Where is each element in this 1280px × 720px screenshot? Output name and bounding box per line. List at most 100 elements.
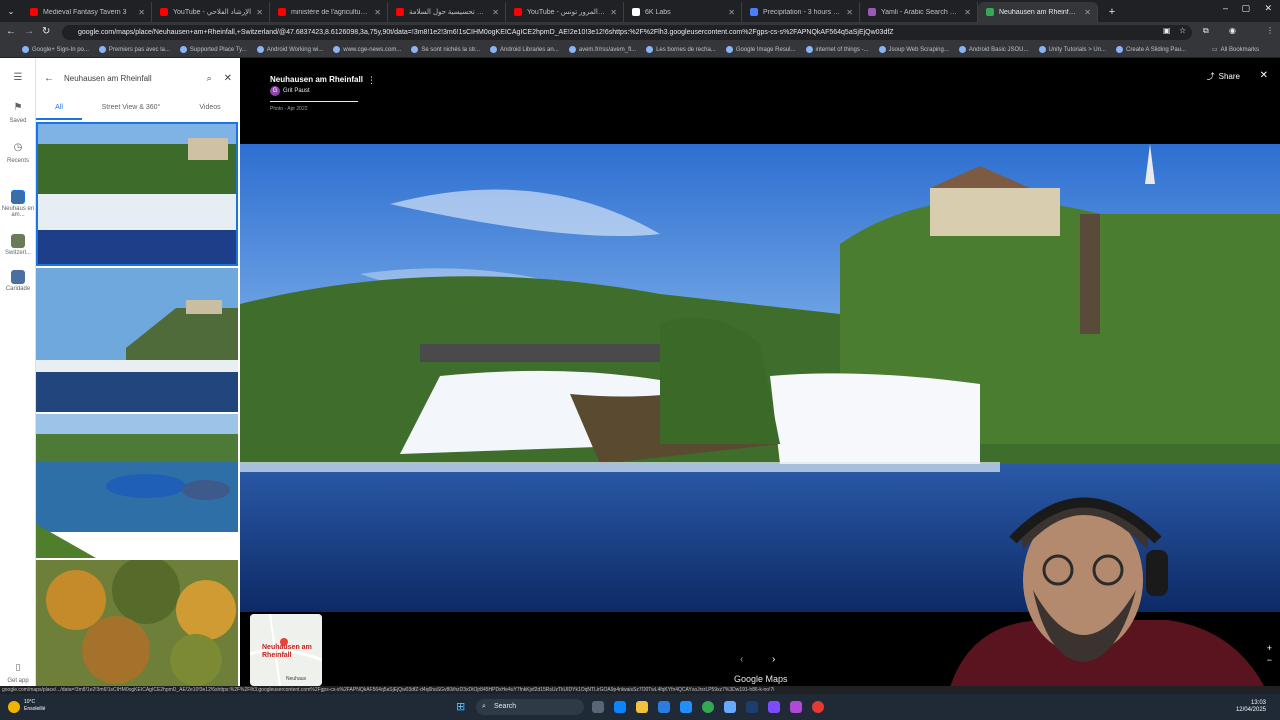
- rail-recent-place-3[interactable]: Caridade: [0, 270, 36, 292]
- extensions-icon[interactable]: ⧉: [1203, 26, 1209, 36]
- photo-thumbnail-4[interactable]: [36, 560, 238, 686]
- photo-thumbnail-2[interactable]: [36, 268, 238, 412]
- rail-recents[interactable]: ◷ Recents: [0, 142, 36, 164]
- share-button[interactable]: ⤴ Share: [1207, 71, 1240, 82]
- bookmark-item[interactable]: Premiers pas avec la...: [98, 46, 170, 53]
- back-icon[interactable]: ←: [6, 26, 16, 37]
- next-photo-icon[interactable]: ›: [772, 654, 775, 665]
- menu-kebab-icon[interactable]: ⋮: [1266, 26, 1274, 35]
- tab-close-icon[interactable]: ✕: [846, 8, 853, 17]
- bookmark-item[interactable]: avem.fr/rss/avem_fl...: [568, 46, 636, 53]
- tab-close-icon[interactable]: ✕: [728, 8, 735, 17]
- app-icon-4[interactable]: [790, 701, 802, 713]
- file-explorer-icon[interactable]: [636, 701, 648, 713]
- bookmark-item[interactable]: Supported Place Ty...: [179, 46, 247, 53]
- back-arrow-icon[interactable]: ←: [44, 73, 54, 84]
- minimap[interactable]: Neuhausen am Rheinfall Neuhaus: [250, 614, 322, 686]
- edge-icon[interactable]: [614, 701, 626, 713]
- tab-close-icon[interactable]: ✕: [964, 8, 971, 17]
- bookmark-item[interactable]: www.cge-news.com...: [333, 46, 401, 53]
- bookmark-favicon-icon: [98, 46, 106, 53]
- tab-search-icon[interactable]: ⌄: [0, 2, 22, 22]
- search-box: ← Neuhausen am Rheinfall ⌕ ✕: [44, 68, 232, 88]
- bookmark-item[interactable]: Android Basic JSOU...: [958, 46, 1029, 53]
- tab-close-icon[interactable]: ✕: [256, 8, 263, 17]
- thumbnail-image: [36, 414, 238, 558]
- bookmark-item[interactable]: Create A Sliding Pau...: [1116, 46, 1186, 53]
- tab-street-view[interactable]: Street View & 360°: [82, 100, 180, 120]
- tab-close-icon[interactable]: ✕: [610, 8, 617, 17]
- more-options-icon[interactable]: ⋮: [367, 75, 376, 86]
- tab-all[interactable]: All: [36, 100, 82, 120]
- tab-close-icon[interactable]: ✕: [1084, 8, 1091, 17]
- tab-close-icon[interactable]: ✕: [138, 8, 145, 17]
- system-clock[interactable]: 13:03 12/04/2025: [1236, 700, 1266, 714]
- search-icon[interactable]: ⌕: [207, 73, 212, 84]
- browser-tab[interactable]: Yamli - Arabic Search Engine ✕: [860, 2, 978, 22]
- reload-icon[interactable]: ↻: [42, 26, 50, 37]
- bookmark-favicon-icon: [805, 46, 813, 53]
- new-tab-button[interactable]: +: [1102, 2, 1122, 22]
- tab-close-icon[interactable]: ✕: [492, 8, 499, 17]
- tab-label: Medieval Fantasy Tavern 3: [43, 8, 127, 16]
- mail-icon[interactable]: [680, 701, 692, 713]
- forward-icon[interactable]: →: [24, 26, 34, 37]
- maximize-icon[interactable]: ▢: [1241, 3, 1250, 14]
- rail-get-app[interactable]: ▯ Get app: [0, 662, 36, 684]
- browser-tab[interactable]: Medieval Fantasy Tavern 3 ✕: [22, 2, 152, 22]
- photo-thumbnail-3[interactable]: [36, 414, 238, 558]
- bookmark-favicon-icon: [1116, 46, 1124, 53]
- tab-favicon-icon: [30, 8, 38, 16]
- bookmark-item[interactable]: Android Libraries an...: [490, 46, 559, 53]
- app-icon-3[interactable]: [768, 701, 780, 713]
- app-icon-5[interactable]: [812, 701, 824, 713]
- minimize-icon[interactable]: –: [1223, 3, 1228, 13]
- browser-tab[interactable]: YouTube - الإرشاد الفلاحي ✕: [152, 2, 270, 22]
- app-icon-1[interactable]: [724, 701, 736, 713]
- tab-close-icon[interactable]: ✕: [374, 8, 381, 17]
- profile-icon[interactable]: ◉: [1229, 26, 1236, 35]
- browser-tab[interactable]: ministère de l'agriculture Tunis ✕: [270, 2, 388, 22]
- browser-tab[interactable]: YouTube - قواعد المرور تونس ✕: [506, 2, 624, 22]
- photo-author[interactable]: G Grit Paust: [270, 86, 310, 96]
- menu-hamburger-icon[interactable]: ☰: [0, 72, 36, 83]
- window-close-icon[interactable]: ✕: [1264, 3, 1272, 14]
- bookmark-favicon-icon: [490, 46, 498, 53]
- photo-thumbnail-1[interactable]: [36, 122, 238, 266]
- close-viewer-icon[interactable]: ✕: [1260, 70, 1268, 81]
- rail-recent-place-1[interactable]: Neuhaus en am...: [0, 190, 36, 218]
- search-icon: ⌕: [482, 703, 486, 710]
- all-bookmarks-button[interactable]: ▭ All Bookmarks: [1212, 46, 1259, 54]
- previous-photo-icon[interactable]: ‹: [740, 654, 743, 665]
- bookmark-item[interactable]: internet of things -...: [805, 46, 869, 53]
- browser-tab[interactable]: 6K Labs ✕: [624, 2, 742, 22]
- bookmark-item[interactable]: Google Image Resul...: [725, 46, 796, 53]
- rail-saved[interactable]: ⚑ Saved: [0, 102, 36, 124]
- browser-tab[interactable]: Precipitation - 3 hours - Vento ✕: [742, 2, 860, 22]
- install-icon[interactable]: ▣: [1163, 26, 1171, 35]
- thumbnail-image: [36, 560, 238, 686]
- url-bar[interactable]: google.com/maps/place/Neuhausen+am+Rhein…: [62, 25, 1192, 40]
- bookmark-star-icon[interactable]: ☆: [1179, 26, 1186, 35]
- windows-start-icon[interactable]: ⊞: [456, 700, 465, 713]
- weather-widget[interactable]: 10°C Ensoleillé: [24, 699, 45, 713]
- taskbar-search[interactable]: ⌕ Search: [476, 699, 584, 715]
- tab-videos[interactable]: Videos: [180, 100, 240, 120]
- bookmark-item[interactable]: Android Working wi...: [256, 46, 323, 53]
- bookmark-item[interactable]: Google+ Sign-In po...: [22, 46, 89, 53]
- bookmark-item[interactable]: Unity Tutorials > Un...: [1038, 46, 1106, 53]
- search-input[interactable]: Neuhausen am Rheinfall: [64, 74, 207, 83]
- task-view-icon[interactable]: [592, 701, 604, 713]
- rail-recent-place-2[interactable]: Switzerl...: [0, 234, 36, 256]
- close-icon[interactable]: ✕: [224, 73, 232, 84]
- chrome-icon[interactable]: [702, 701, 714, 713]
- bookmark-item[interactable]: Jsoup Web Scraping...: [878, 46, 949, 53]
- tab-favicon-icon: [868, 8, 876, 16]
- app-icon-2[interactable]: [746, 701, 758, 713]
- bookmark-item[interactable]: Les bornes de recha...: [646, 46, 716, 53]
- browser-tab[interactable]: ومضة تحسيسية حول السلامة ✕: [388, 2, 506, 22]
- weather-icon: [8, 701, 20, 713]
- browser-tab[interactable]: Neuhausen am Rheinfall - Goo ✕: [978, 2, 1098, 22]
- store-icon[interactable]: [658, 701, 670, 713]
- bookmark-item[interactable]: Se sont nichés la str...: [411, 46, 480, 53]
